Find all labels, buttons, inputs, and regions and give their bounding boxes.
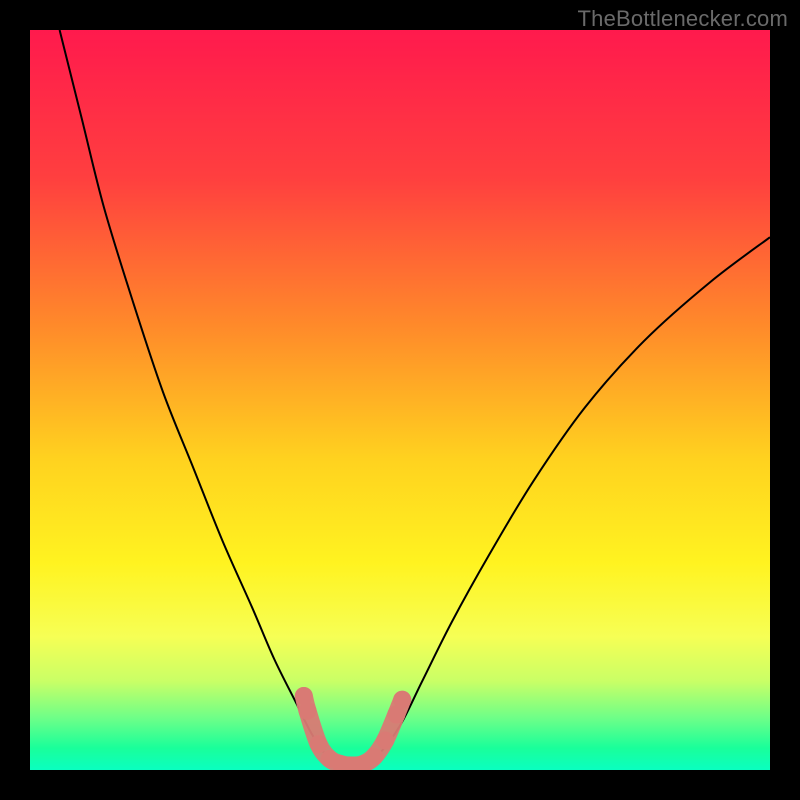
chart-frame: TheBottlenecker.com xyxy=(0,0,800,800)
watermark-text: TheBottlenecker.com xyxy=(578,6,788,32)
plot-area xyxy=(30,30,770,770)
marker-dot xyxy=(393,691,411,709)
chart-svg xyxy=(30,30,770,770)
gradient-background xyxy=(30,30,770,770)
